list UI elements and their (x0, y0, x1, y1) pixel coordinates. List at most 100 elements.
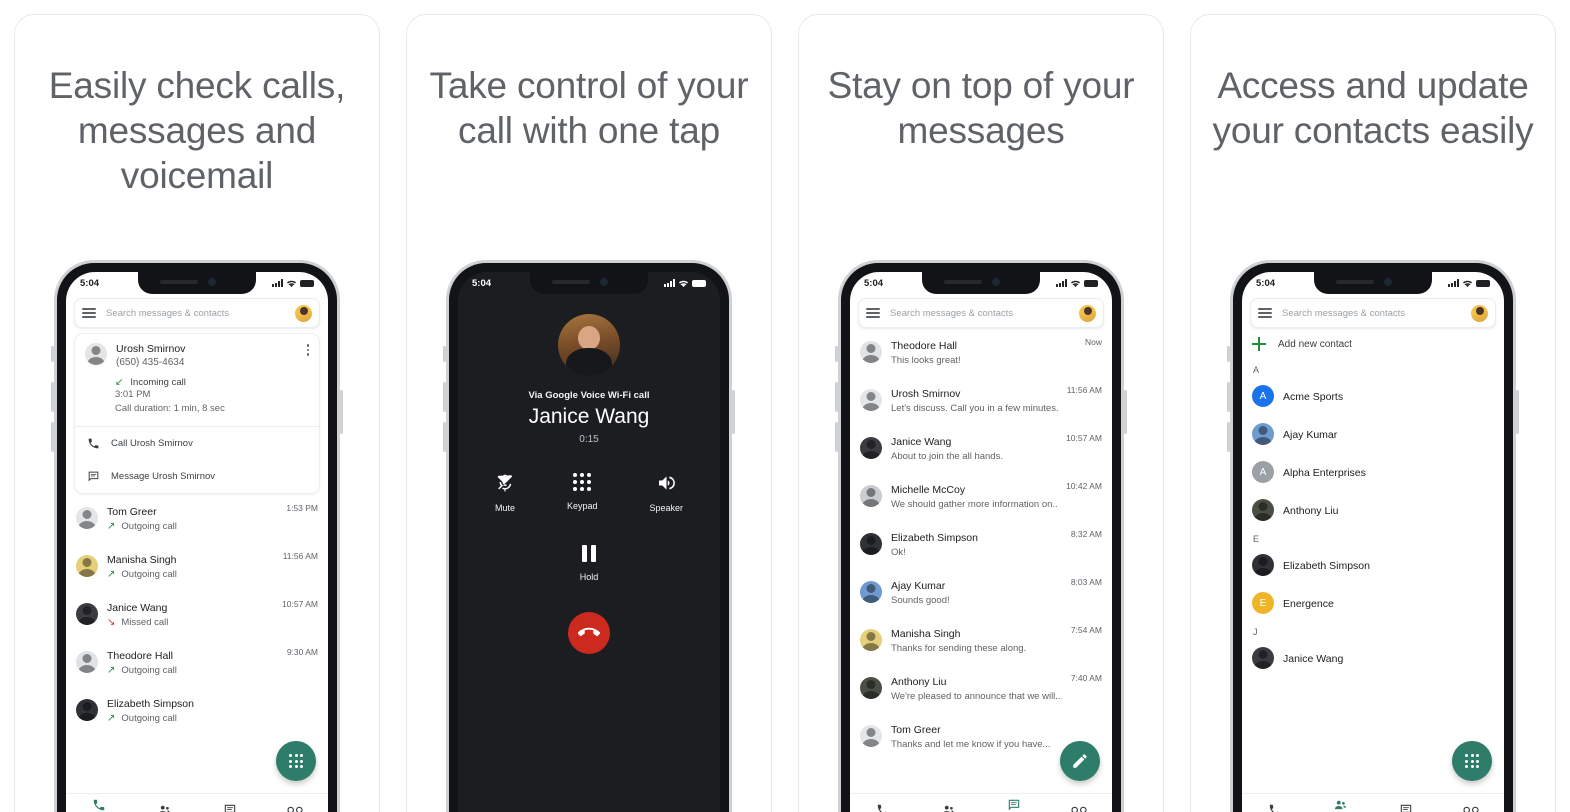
list-item[interactable]: Anthony Liu We're pleased to announce tha… (850, 664, 1112, 712)
menu-icon[interactable] (82, 308, 96, 318)
message-preview: Let's discuss. Call you in a few minutes… (891, 403, 1058, 414)
call-type: Incoming call (130, 377, 186, 388)
speaker-button[interactable]: Speaker (650, 473, 683, 513)
add-new-contact-button[interactable]: Add new contact (1242, 328, 1504, 360)
list-item[interactable]: Janice Wang (1242, 639, 1504, 677)
avatar (76, 651, 98, 673)
call-detail-card: Urosh Smirnov (650) 435-4634 ↙ Incoming … (74, 333, 320, 494)
table-row[interactable]: Tom Greer ↗ Outgoing call 1:53 PM (66, 494, 328, 542)
nav-item-calls[interactable] (850, 803, 916, 812)
table-row[interactable]: Theodore Hall ↗ Outgoing call 9:30 AM (66, 638, 328, 686)
avatar (76, 699, 98, 721)
call-contact-action[interactable]: Call Urosh Smirnov (75, 427, 319, 460)
search-input[interactable]: Search messages & contacts (106, 308, 295, 319)
nav-item-calls[interactable] (1242, 803, 1308, 812)
list-item[interactable]: E Energence (1242, 584, 1504, 622)
avatar (76, 603, 98, 625)
menu-icon[interactable] (866, 308, 880, 318)
phone-frame: 5:04 Search messages & contacts (54, 260, 340, 812)
avatar (860, 437, 882, 459)
timestamp: 10:42 AM (1066, 481, 1102, 491)
list-item[interactable]: Janice Wang About to join the all hands. … (850, 424, 1112, 472)
list-item[interactable]: Anthony Liu (1242, 491, 1504, 529)
overflow-menu-icon[interactable] (306, 344, 309, 356)
avatar[interactable] (1079, 304, 1096, 322)
contact-name: Manisha Singh (891, 628, 961, 640)
compose-icon (1073, 754, 1087, 768)
bottom-nav[interactable]: Calls (66, 793, 328, 812)
promo-card-active-call: Take control of your call with one tap 5… (406, 14, 772, 812)
phone-bezel: 5:04 Via Google Voice Wi-Fi call Janice … (449, 263, 729, 812)
menu-icon[interactable] (1258, 308, 1272, 318)
phone-bezel: 5:04 Search messages & contacts (1233, 263, 1513, 812)
avatar[interactable] (295, 304, 312, 322)
list-item[interactable]: Urosh Smirnov Let's discuss. Call you in … (850, 376, 1112, 424)
nav-item-messages[interactable] (1373, 803, 1439, 812)
message-action-label: Message Urosh Smirnov (111, 471, 216, 482)
compose-fab[interactable] (1060, 741, 1100, 781)
end-call-button[interactable] (568, 612, 610, 654)
contacts-icon (943, 805, 954, 812)
nav-item-voicemail[interactable] (1439, 804, 1505, 812)
nav-item-contacts[interactable] (916, 803, 982, 812)
table-row[interactable]: Manisha Singh ↗ Outgoing call 11:56 AM (66, 542, 328, 590)
nav-item-contacts[interactable] (132, 803, 198, 812)
dialpad-fab[interactable] (276, 741, 316, 781)
contacts-list[interactable]: Add new contact A A Acme Sports Ajay Kum… (1242, 328, 1504, 793)
search-input[interactable]: Search messages & contacts (1282, 308, 1471, 319)
list-item[interactable]: Theodore Hall This looks great! Now (850, 328, 1112, 376)
nav-item-messages[interactable]: Messages (981, 798, 1047, 812)
mute-button[interactable]: Mute (495, 473, 515, 513)
calls-list[interactable]: Urosh Smirnov (650) 435-4634 ↙ Incoming … (66, 328, 328, 793)
control-label: Hold (579, 572, 599, 582)
contact-name: Theodore Hall (891, 340, 957, 352)
hold-button[interactable]: Hold (579, 545, 599, 582)
list-item[interactable]: A Alpha Enterprises (1242, 453, 1504, 491)
bottom-nav[interactable]: Messages (850, 793, 1112, 812)
call-controls: Mute Keypad Speaker (458, 473, 720, 513)
keypad-button[interactable]: Keypad (567, 473, 598, 513)
message-contact-action[interactable]: Message Urosh Smirnov (75, 460, 319, 493)
nav-item-calls[interactable]: Calls (66, 798, 132, 812)
nav-item-voicemail[interactable] (1047, 804, 1113, 812)
search-input[interactable]: Search messages & contacts (890, 308, 1079, 319)
list-item[interactable]: Manisha Singh Thanks for sending these al… (850, 616, 1112, 664)
avatar (76, 507, 98, 529)
list-item[interactable]: Ajay Kumar Sounds good! 8:03 AM (850, 568, 1112, 616)
contact-name: Urosh Smirnov (891, 388, 961, 400)
list-item[interactable]: A Acme Sports (1242, 377, 1504, 415)
table-row[interactable]: Elizabeth Simpson ↗ Outgoing call (66, 686, 328, 734)
signal-icon (1056, 279, 1067, 287)
search-bar[interactable]: Search messages & contacts (1250, 298, 1496, 328)
status-icons (272, 279, 314, 288)
search-bar[interactable]: Search messages & contacts (74, 298, 320, 328)
message-preview: Ok! (891, 547, 906, 558)
table-row[interactable]: Janice Wang ↘ Missed call 10:57 AM (66, 590, 328, 638)
speaker-icon (658, 476, 675, 490)
contacts-icon (1334, 800, 1346, 810)
avatar[interactable] (1471, 304, 1488, 322)
status-time: 5:04 (472, 277, 492, 289)
list-item[interactable]: Michelle McCoy We should gather more info… (850, 472, 1112, 520)
avatar (1252, 647, 1274, 669)
call-type: Outgoing call (121, 713, 177, 724)
control-label: Mute (494, 503, 515, 513)
list-item[interactable]: Ajay Kumar (1242, 415, 1504, 453)
dialpad-fab[interactable] (1452, 741, 1492, 781)
search-bar[interactable]: Search messages & contacts (858, 298, 1104, 328)
bottom-nav[interactable]: Contacts (1242, 793, 1504, 812)
timestamp: 11:56 AM (282, 551, 318, 561)
list-item[interactable]: Elizabeth Simpson Ok! 8:32 AM (850, 520, 1112, 568)
dialpad-icon (289, 754, 303, 768)
phone-frame: 5:04 Via Google Voice Wi-Fi call Janice … (446, 260, 732, 812)
nav-item-voicemail[interactable] (263, 804, 329, 812)
phone-screen: 5:04 Search messages & contacts (850, 272, 1112, 812)
list-item[interactable]: Elizabeth Simpson (1242, 546, 1504, 584)
avatar (860, 581, 882, 603)
mic-off-icon (497, 474, 513, 492)
nav-item-messages[interactable] (197, 803, 263, 812)
nav-item-contacts[interactable]: Contacts (1308, 798, 1374, 812)
avatar (860, 485, 882, 507)
messages-list[interactable]: Theodore Hall This looks great! Now Urosh… (850, 328, 1112, 793)
page-title: Take control of your call with one tap (429, 65, 749, 151)
